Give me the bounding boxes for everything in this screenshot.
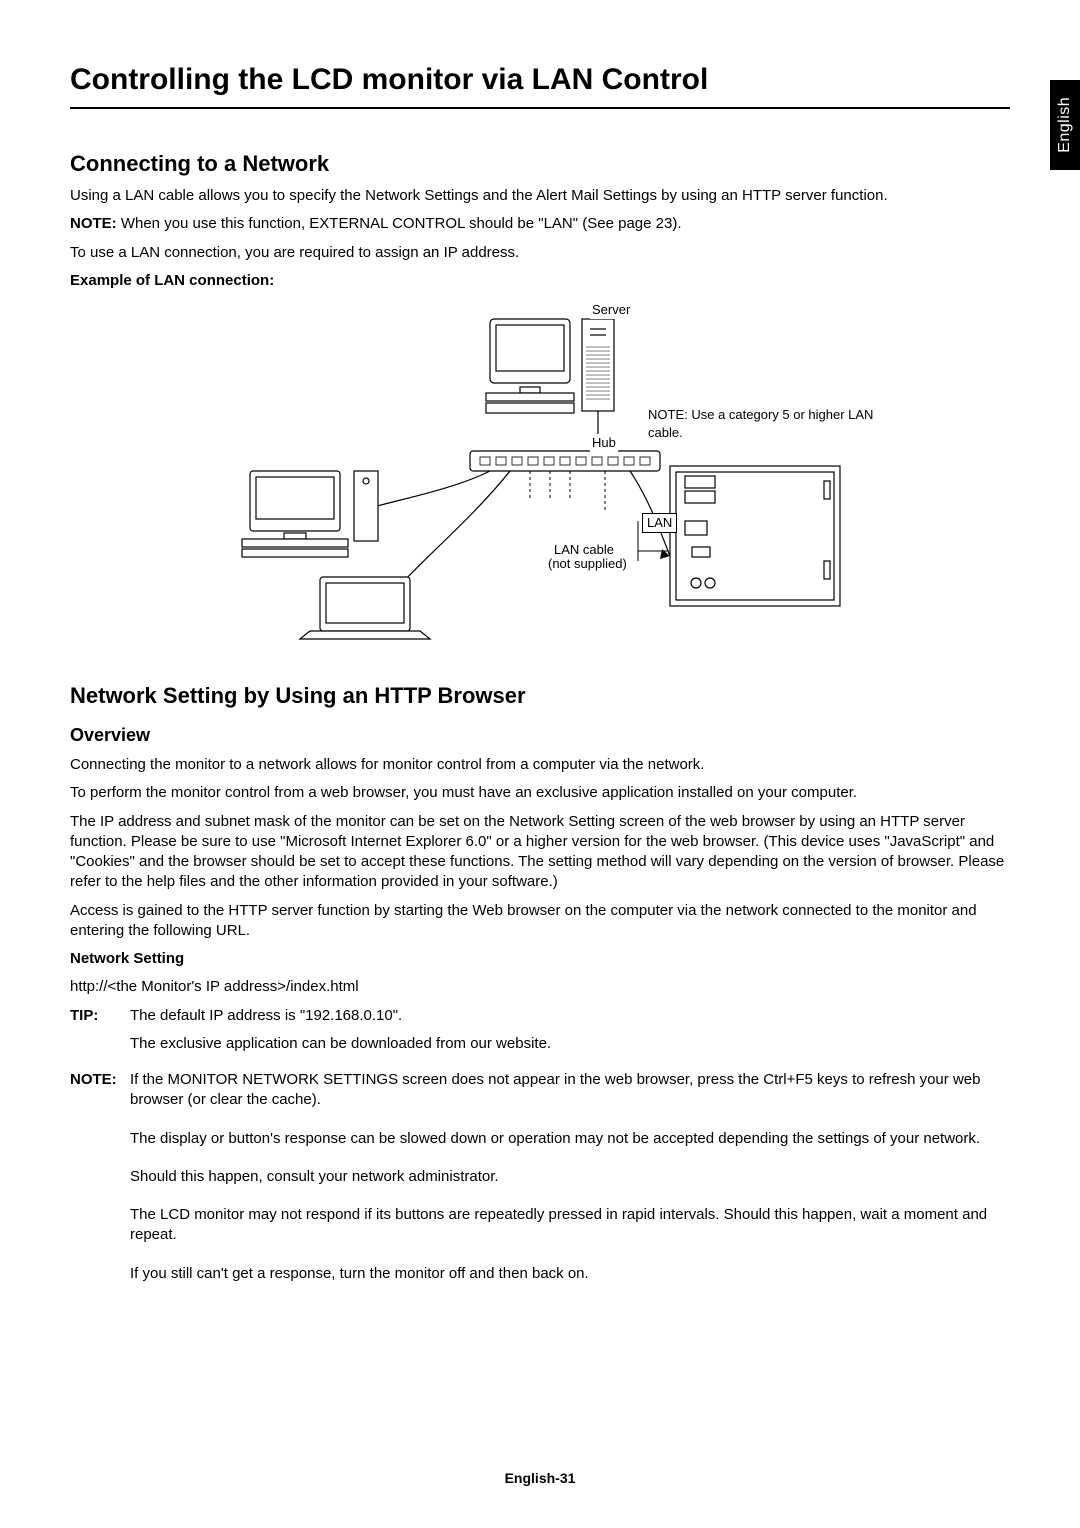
overview-heading: Overview <box>70 723 1010 747</box>
note-label: NOTE: <box>70 215 117 232</box>
tip-line1: The default IP address is "192.168.0.10"… <box>130 1006 551 1026</box>
tip-label: TIP: <box>70 1006 130 1063</box>
section2-p4: Access is gained to the HTTP server func… <box>70 901 1010 942</box>
page-title: Controlling the LCD monitor via LAN Cont… <box>70 60 1010 109</box>
lan-diagram: Server Hub NOTE: Use a category 5 or hig… <box>190 301 890 641</box>
network-setting-label: Network Setting <box>70 949 1010 969</box>
note-p1: If the MONITOR NETWORK SETTINGS screen d… <box>130 1070 1010 1111</box>
section2-p3: The IP address and subnet mask of the mo… <box>70 812 1010 893</box>
diagram-label-hub: Hub <box>590 434 618 452</box>
section-connecting-heading: Connecting to a Network <box>70 149 1010 179</box>
section1-p2: To use a LAN connection, you are require… <box>70 243 1010 263</box>
section1-note: NOTE: When you use this function, EXTERN… <box>70 214 1010 234</box>
note-p3: Should this happen, consult your network… <box>130 1167 1010 1187</box>
diagram-label-not-supplied: (not supplied) <box>546 555 629 573</box>
diagram-label-server: Server <box>590 301 632 319</box>
section2-p2: To perform the monitor control from a we… <box>70 783 1010 803</box>
network-setting-url: http://<the Monitor's IP address>/index.… <box>70 977 1010 997</box>
language-tab: English <box>1050 80 1080 170</box>
tip-line2: The exclusive application can be downloa… <box>130 1034 551 1054</box>
note-p5: If you still can't get a response, turn … <box>130 1264 1010 1284</box>
section2-p1: Connecting the monitor to a network allo… <box>70 755 1010 775</box>
note-block: NOTE: If the MONITOR NETWORK SETTINGS sc… <box>70 1070 1010 1302</box>
language-tab-label: English <box>1054 97 1076 153</box>
note-p2: The display or button's response can be … <box>130 1129 1010 1149</box>
diagram-label-lan: LAN <box>642 513 677 533</box>
note-text: When you use this function, EXTERNAL CON… <box>121 215 682 232</box>
note-label-2: NOTE: <box>70 1070 130 1302</box>
diagram-note: NOTE: Use a category 5 or higher LAN cab… <box>646 406 890 441</box>
section1-p1: Using a LAN cable allows you to specify … <box>70 186 1010 206</box>
page-footer: English-31 <box>0 1469 1080 1488</box>
note-p4: The LCD monitor may not respond if its b… <box>130 1205 1010 1246</box>
section-network-heading: Network Setting by Using an HTTP Browser <box>70 681 1010 711</box>
diagram-svg <box>190 301 890 641</box>
tip-block: TIP: The default IP address is "192.168.… <box>70 1006 1010 1063</box>
example-label: Example of LAN connection: <box>70 271 1010 291</box>
